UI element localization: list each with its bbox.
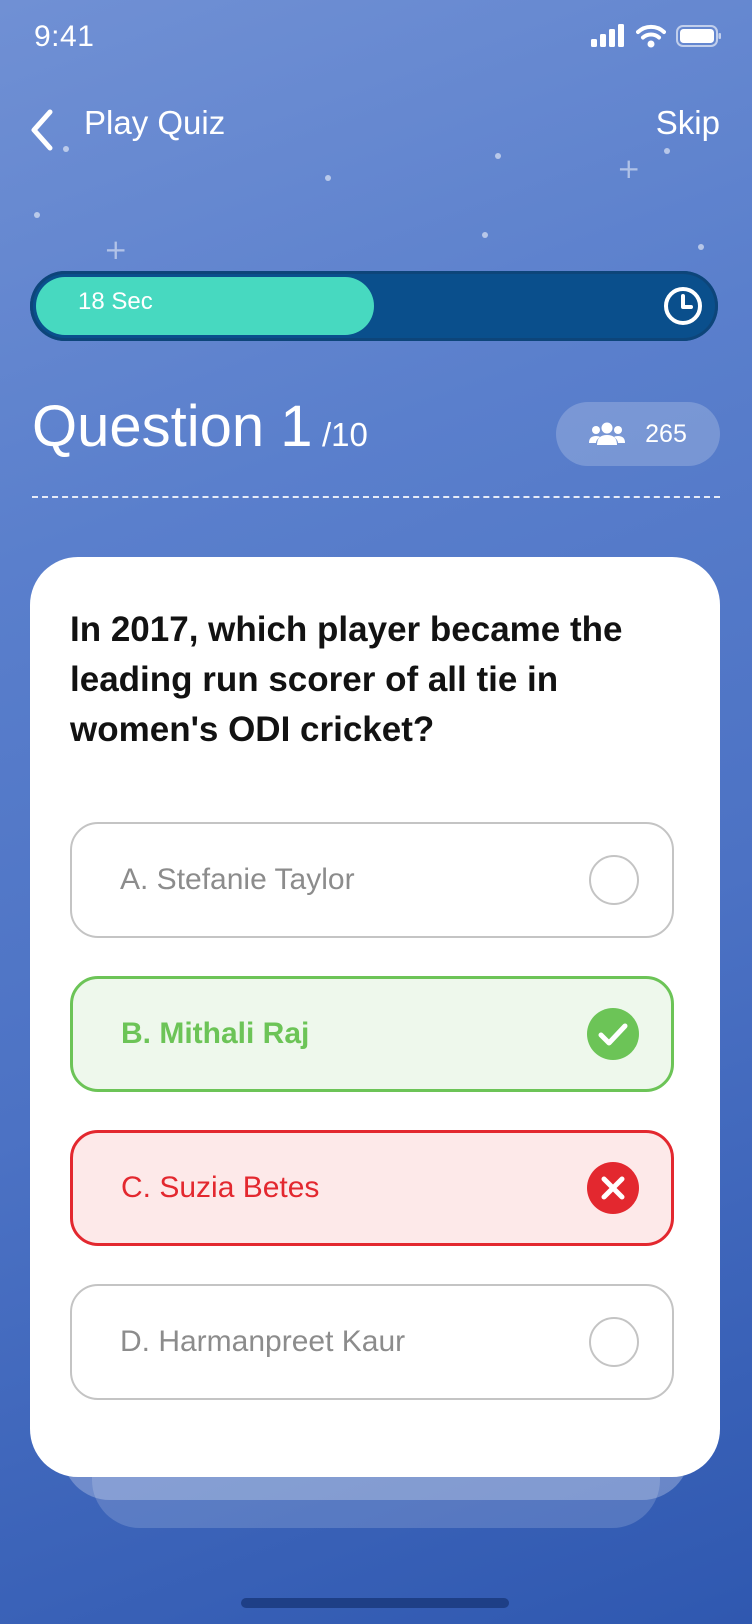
question-card: In 2017, which player became the leading… [30,557,720,1477]
sparkle-decoration [698,244,704,250]
question-text: In 2017, which player became the leading… [70,610,623,749]
signal-icon [591,24,624,47]
empty-circle-icon [589,1317,639,1367]
status-bar-icons [590,24,722,48]
x-circle-icon [587,1162,639,1214]
option-label: A. Stefanie Taylor [120,863,355,896]
players-count: 265 [645,419,687,448]
option-c[interactable]: C. Suzia Betes [70,1130,674,1246]
sparkle-decoration [664,148,670,154]
sparkle-decoration [495,153,501,159]
question-number: Question 1 [32,394,313,459]
sparkle-decoration [482,232,488,238]
header-divider [32,496,720,498]
wifi-icon [636,24,666,48]
home-indicator[interactable] [241,1598,509,1608]
option-label: D. Harmanpreet Kaur [120,1325,406,1358]
page-title: Play Quiz [84,104,226,141]
clock-icon [664,287,702,325]
timer-label: 18 Sec [78,288,153,315]
players-badge: 265 [556,402,720,466]
empty-circle-icon [589,855,639,905]
quiz-screen: + + 9:41 Play Quiz Skip 18 Sec Question … [0,0,752,1624]
option-b[interactable]: B. Mithali Raj [70,976,674,1092]
chevron-left-icon [31,109,53,151]
sparkle-plus-decoration: + [617,152,641,185]
sparkle-plus-decoration: + [104,233,128,266]
users-icon [589,422,626,445]
status-bar-time: 9:41 [34,20,95,53]
sparkle-decoration [325,175,331,181]
option-label: C. Suzia Betes [121,1171,320,1204]
option-a[interactable]: A. Stefanie Taylor [70,822,674,938]
check-circle-icon [587,1008,639,1060]
back-button[interactable] [22,104,66,156]
sparkle-decoration [34,212,40,218]
timer-bar: 18 Sec [30,271,718,341]
question-total: /10 [322,416,368,453]
skip-button[interactable]: Skip [656,104,720,142]
option-d[interactable]: D. Harmanpreet Kaur [70,1284,674,1400]
battery-icon [676,25,721,47]
option-label: B. Mithali Raj [121,1017,310,1050]
